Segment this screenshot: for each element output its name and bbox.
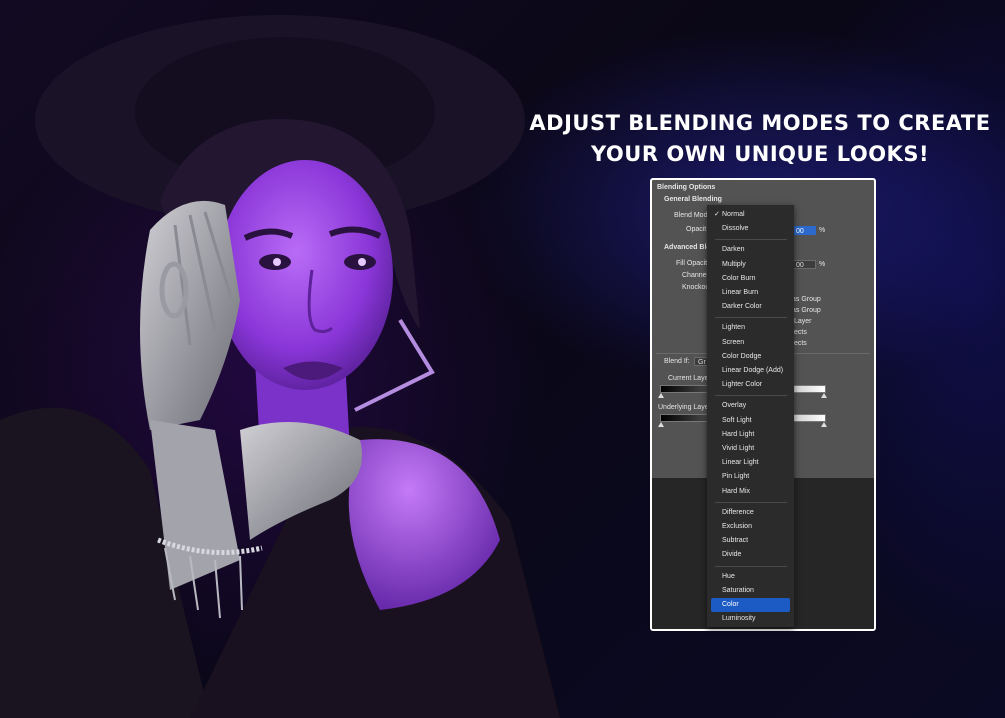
menu-item-label: Soft Light — [722, 416, 752, 424]
menu-item-label: Linear Light — [722, 459, 759, 467]
menu-item-hard-mix[interactable]: Hard Mix — [707, 485, 794, 499]
opacity-input[interactable]: 00 — [792, 226, 816, 235]
general-blending-heading: General Blending — [664, 196, 722, 203]
menu-item-hue[interactable]: Hue — [707, 570, 794, 584]
menu-item-label: Saturation — [722, 586, 754, 594]
menu-item-subtract[interactable]: Subtract — [707, 534, 794, 548]
menu-item-screen[interactable]: Screen — [707, 336, 794, 350]
menu-item-soft-light[interactable]: Soft Light — [707, 414, 794, 428]
menu-item-linear-dodge-add[interactable]: Linear Dodge (Add) — [707, 364, 794, 378]
menu-item-label: Color Dodge — [722, 352, 762, 360]
opacity-label: Opacit — [686, 226, 707, 233]
menu-separator — [715, 239, 787, 241]
menu-item-label: Pin Light — [722, 473, 750, 481]
menu-item-label: Subtract — [722, 537, 749, 545]
menu-item-label: Vivid Light — [722, 445, 755, 452]
menu-item-label: Linear Burn — [722, 289, 759, 296]
menu-item-label: Darken — [722, 246, 745, 254]
checkmark-icon: ✓ — [714, 211, 720, 218]
menu-item-color[interactable]: Color — [711, 598, 790, 612]
menu-item-overlay[interactable]: Overlay — [707, 399, 794, 413]
menu-item-lighter-color[interactable]: Lighter Color — [707, 378, 794, 392]
menu-item-label: Difference — [722, 508, 754, 516]
menu-item-label: Hue — [722, 572, 735, 580]
menu-item-label: Multiply — [722, 260, 746, 268]
option-blend-interior-as-group[interactable]: as Group — [792, 296, 821, 303]
menu-item-label: Color Burn — [722, 274, 756, 282]
portrait-photo — [0, 15, 560, 718]
underlying-layer-white-handle[interactable] — [821, 422, 827, 427]
menu-separator — [715, 565, 787, 567]
menu-item-exclusion[interactable]: Exclusion — [707, 520, 794, 534]
menu-item-label: Linear Dodge (Add) — [722, 367, 784, 374]
menu-item-vivid-light[interactable]: Vivid Light — [707, 442, 794, 456]
menu-item-linear-burn[interactable]: Linear Burn — [707, 286, 794, 300]
menu-item-dissolve[interactable]: Dissolve — [707, 222, 794, 236]
menu-item-hard-light[interactable]: Hard Light — [707, 428, 794, 442]
menu-item-lighten[interactable]: Lighten — [707, 321, 794, 335]
channels-label: Channel — [682, 272, 709, 279]
menu-item-linear-light[interactable]: Linear Light — [707, 456, 794, 470]
fill-opacity-input[interactable]: 00 — [792, 260, 816, 269]
menu-item-label: Hard Mix — [722, 487, 751, 495]
menu-item-luminosity[interactable]: Luminosity — [707, 612, 794, 626]
menu-item-darker-color[interactable]: Darker Color — [707, 300, 794, 314]
menu-item-label: Lighter Color — [722, 381, 763, 389]
knockout-label: Knockou — [682, 284, 710, 291]
menu-item-difference[interactable]: Difference — [707, 506, 794, 520]
headline-line-1: ADJUST BLENDING MODES TO CREATE — [529, 111, 991, 135]
menu-item-label: Exclusion — [722, 523, 752, 530]
advanced-blending-heading: Advanced Ble — [664, 244, 711, 251]
menu-item-darken[interactable]: Darken — [707, 243, 794, 257]
headline: ADJUST BLENDING MODES TO CREATE YOUR OWN… — [520, 108, 1000, 170]
menu-separator — [715, 395, 787, 397]
menu-item-label: Divide — [722, 551, 742, 559]
menu-item-label: Luminosity — [722, 615, 756, 623]
menu-item-label: Lighten — [722, 324, 745, 332]
headline-line-2: YOUR OWN UNIQUE LOOKS! — [590, 142, 930, 166]
menu-item-label: Color — [722, 601, 739, 608]
menu-separator — [715, 317, 787, 319]
menu-item-multiply[interactable]: Multiply — [707, 258, 794, 272]
blend-mode-label: Blend Mod — [674, 212, 708, 219]
current-layer-label: Current Laye — [668, 375, 709, 382]
opacity-percent: % — [819, 227, 826, 234]
underlying-layer-label: Underlying Laye — [658, 404, 709, 411]
menu-item-pin-light[interactable]: Pin Light — [707, 470, 794, 484]
option-transparency-shapes-layer[interactable]: Layer — [794, 318, 812, 325]
current-layer-white-handle[interactable] — [821, 393, 827, 398]
blend-mode-dropdown-menu[interactable]: ✓ Normal Dissolve Darken Multiply Color Burn L… — [707, 205, 794, 627]
option-blend-clipped-as-group[interactable]: as Group — [792, 307, 821, 314]
menu-item-label: Dissolve — [722, 225, 749, 233]
menu-item-color-dodge[interactable]: Color Dodge — [707, 350, 794, 364]
menu-item-label: Darker Color — [722, 303, 762, 311]
menu-item-label: Normal — [722, 211, 745, 218]
left-hand — [140, 200, 240, 430]
menu-item-color-burn[interactable]: Color Burn — [707, 272, 794, 286]
panel-title: Blending Options — [657, 184, 716, 191]
fill-opacity-label: Fill Opacit — [676, 260, 708, 267]
menu-item-label: Overlay — [722, 402, 747, 410]
menu-item-divide[interactable]: Divide — [707, 548, 794, 562]
menu-item-saturation[interactable]: Saturation — [707, 584, 794, 598]
menu-separator — [715, 501, 787, 503]
option-vector-mask-hides-effects[interactable]: fects — [792, 340, 807, 347]
option-layer-mask-hides-effects[interactable]: ects — [794, 329, 807, 336]
menu-item-label: Hard Light — [722, 430, 755, 438]
blend-if-label: Blend If: — [664, 358, 690, 365]
fill-opacity-percent: % — [819, 261, 826, 268]
menu-item-normal[interactable]: ✓ Normal — [707, 208, 794, 222]
underlying-layer-black-handle[interactable] — [658, 422, 664, 427]
current-layer-black-handle[interactable] — [658, 393, 664, 398]
face — [217, 160, 393, 390]
menu-item-label: Screen — [722, 338, 745, 346]
